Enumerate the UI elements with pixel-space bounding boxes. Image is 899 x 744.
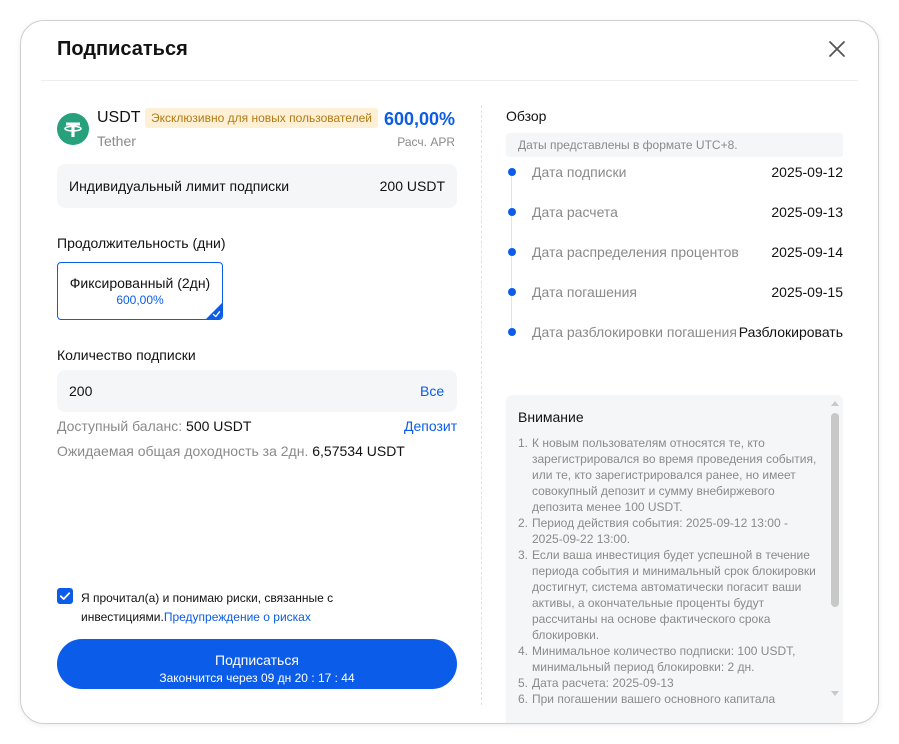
balance-value: 500 USDT <box>186 418 252 434</box>
scroll-up-icon[interactable] <box>831 401 839 406</box>
duration-option-fixed-2d[interactable]: Фиксированный (2дн) 600,00% <box>57 262 223 320</box>
notice-item: 6. При погашении вашего основного капитал… <box>518 691 818 707</box>
timeline-value: 2025-09-12 <box>771 164 843 180</box>
notice-text: Если ваша инвестиция будет успешной в те… <box>532 548 816 642</box>
countdown-text: Закончится через 09 дн 20 : 17 : 44 <box>159 670 355 685</box>
column-divider <box>481 105 482 705</box>
selected-check-icon <box>206 303 222 319</box>
timeline-dot <box>508 328 516 336</box>
timeline-dot <box>508 248 516 256</box>
notice-num: 6. <box>518 692 529 706</box>
quantity-input[interactable] <box>57 370 457 412</box>
timeline-dot <box>508 288 516 296</box>
duration-option-label: Фиксированный (2дн) <box>69 275 211 291</box>
tether-icon <box>57 113 89 145</box>
notice-item: 3. Если ваша инвестиция будет успешной в … <box>518 547 818 643</box>
notice-num: 1. <box>518 436 529 450</box>
risk-warning-link[interactable]: Предупреждение о рисках <box>164 610 311 624</box>
timeline-dot <box>508 208 516 216</box>
coin-symbol: USDT <box>97 109 141 126</box>
timeline-value: 2025-09-14 <box>771 244 843 260</box>
timeline-dot <box>508 168 516 176</box>
timeline-value: Разблокировать <box>738 324 843 340</box>
notice-text: Период действия события: 2025-09-12 13:0… <box>532 516 788 546</box>
notice-text: К новым пользователям относятся те, кто … <box>532 436 817 514</box>
modal-title: Подписаться <box>57 38 188 60</box>
risk-agreement-text: Я прочитал(а) и понимаю риски, связанные… <box>81 589 371 627</box>
notice-scrollbar[interactable] <box>830 395 840 723</box>
timeline-item-unlock-date: Дата разблокировки погашения Разблокиров… <box>506 322 843 342</box>
risk-agreement-checkbox[interactable] <box>57 588 73 604</box>
coin-full-name: Tether <box>97 133 136 149</box>
yield-label: Ожидаемая общая доходность за 2дн. <box>57 443 309 459</box>
timeline-value: 2025-09-13 <box>771 204 843 220</box>
subscribe-button[interactable]: Подписаться Закончится через 09 дн 20 : … <box>57 639 457 689</box>
timeline-item-redemption-date: Дата погашения 2025-09-15 <box>506 282 843 302</box>
balance-label: Доступный баланс: <box>57 418 183 434</box>
timeline-label: Дата разблокировки погашения <box>532 324 737 340</box>
subscribe-button-label: Подписаться <box>215 651 299 668</box>
limit-value: 200 USDT <box>379 178 445 194</box>
notice-box: Внимание 1. К новым пользователям относят… <box>506 395 843 723</box>
notice-title: Внимание <box>518 409 584 425</box>
duration-option-apr: 600,00% <box>116 293 164 307</box>
header-divider <box>41 80 858 81</box>
notice-list: 1. К новым пользователям относятся те, кт… <box>518 435 818 707</box>
yield-value: 6,57534 USDT <box>312 443 405 459</box>
timeline-label: Дата подписки <box>532 164 627 180</box>
close-icon[interactable] <box>825 37 849 61</box>
timeline-item-subscription-date: Дата подписки 2025-09-12 <box>506 162 843 182</box>
max-all-button[interactable]: Все <box>420 383 444 399</box>
scroll-down-icon[interactable] <box>831 691 839 696</box>
new-user-badge: Эксклюзивно для новых пользователей <box>145 108 378 128</box>
duration-label: Продолжительность (дни) <box>57 235 226 251</box>
notice-num: 3. <box>518 548 529 562</box>
subscribe-modal: Подписаться USDT Tether Эксклюзивно для … <box>20 20 879 724</box>
limit-label: Индивидуальный лимит подписки <box>69 178 290 194</box>
timeline-label: Дата распределения процентов <box>532 244 739 260</box>
notice-item: 5. Дата расчета: 2025-09-13 <box>518 675 818 691</box>
available-balance: Доступный баланс: 500 USDT <box>57 418 251 434</box>
timeline-item-settlement-date: Дата расчета 2025-09-13 <box>506 202 843 222</box>
scroll-thumb[interactable] <box>831 413 839 607</box>
apr-value: 600,00% <box>383 109 455 129</box>
notice-text: Минимальное количество подписки: 100 USD… <box>532 644 796 674</box>
notice-text: Дата расчета: 2025-09-13 <box>532 676 674 690</box>
timeline-value: 2025-09-15 <box>771 284 843 300</box>
quantity-label: Количество подписки <box>57 347 196 363</box>
subscription-limit-box: Индивидуальный лимит подписки 200 USDT <box>57 164 457 208</box>
timeline-label: Дата расчета <box>532 204 618 220</box>
apr-label: Расч. APR <box>397 135 455 149</box>
deposit-link[interactable]: Депозит <box>404 418 457 434</box>
notice-num: 2. <box>518 516 529 530</box>
timezone-note: Даты представлены в формате UTC+8. <box>506 133 843 157</box>
timeline-label: Дата погашения <box>532 284 637 300</box>
expected-yield: Ожидаемая общая доходность за 2дн. 6,575… <box>57 443 405 459</box>
timeline-item-interest-date: Дата распределения процентов 2025-09-14 <box>506 242 843 262</box>
notice-text: При погашении вашего основного капитала <box>532 692 776 706</box>
notice-num: 4. <box>518 644 529 658</box>
overview-title: Обзор <box>506 108 547 124</box>
notice-item: 2. Период действия события: 2025-09-12 13… <box>518 515 818 547</box>
notice-item: 1. К новым пользователям относятся те, кт… <box>518 435 818 515</box>
notice-item: 4. Минимальное количество подписки: 100 U… <box>518 643 818 675</box>
notice-num: 5. <box>518 676 529 690</box>
